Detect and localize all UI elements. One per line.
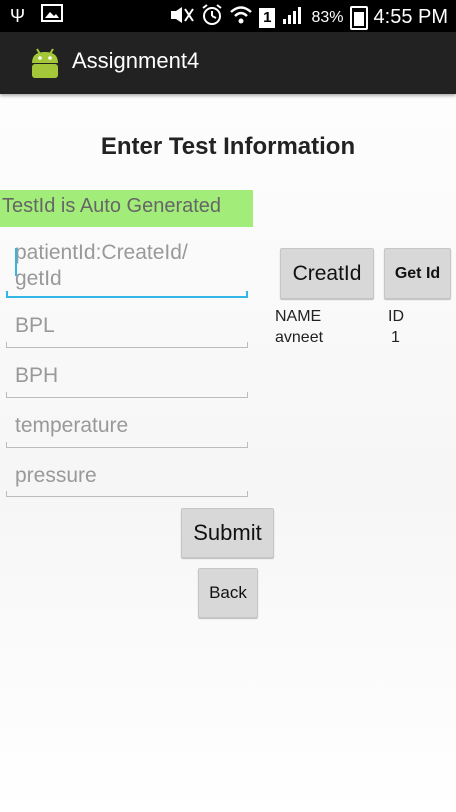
wifi-icon (229, 4, 253, 31)
signal-icon (281, 5, 305, 30)
action-bar: Assignment4 (0, 32, 456, 94)
bpl-input[interactable]: BPL (6, 314, 248, 348)
create-id-button[interactable]: CreatId (280, 248, 374, 299)
mute-icon (169, 5, 195, 30)
table-header-name: NAME (275, 308, 322, 325)
clock: 4:55 PM (373, 6, 448, 28)
pressure-placeholder: pressure (15, 464, 97, 487)
usb-icon: Ψ (10, 5, 26, 26)
app-title: Assignment4 (72, 48, 200, 73)
get-id-button[interactable]: Get Id (384, 248, 451, 299)
text-cursor (15, 248, 17, 276)
battery-percent: 83% (311, 8, 344, 26)
back-button[interactable]: Back (198, 568, 258, 618)
gallery-icon (41, 4, 64, 27)
alarm-icon (201, 4, 223, 31)
table-header-id: ID (388, 308, 404, 325)
android-icon (28, 46, 62, 80)
patient-id-placeholder: patientId:CreateId/ getId (15, 241, 188, 290)
table-cell-name: avneet (275, 329, 324, 346)
temperature-placeholder: temperature (15, 414, 129, 437)
bph-input[interactable]: BPH (6, 364, 248, 398)
table-cell-id: 1 (391, 329, 400, 346)
testid-banner: TestId is Auto Generated (0, 190, 253, 227)
page-title: Enter Test Information (100, 133, 356, 160)
pressure-input[interactable]: pressure (6, 464, 248, 497)
status-bar: Ψ 1 83% 4:55 PM (0, 0, 456, 32)
patient-id-input[interactable]: patientId:CreateId/ getId (6, 240, 248, 298)
bpl-placeholder: BPL (15, 314, 55, 337)
temperature-input[interactable]: temperature (6, 414, 248, 448)
battery-icon (349, 5, 368, 30)
sim-icon: 1 (259, 7, 276, 28)
bph-placeholder: BPH (15, 364, 59, 387)
submit-button[interactable]: Submit (181, 508, 274, 558)
